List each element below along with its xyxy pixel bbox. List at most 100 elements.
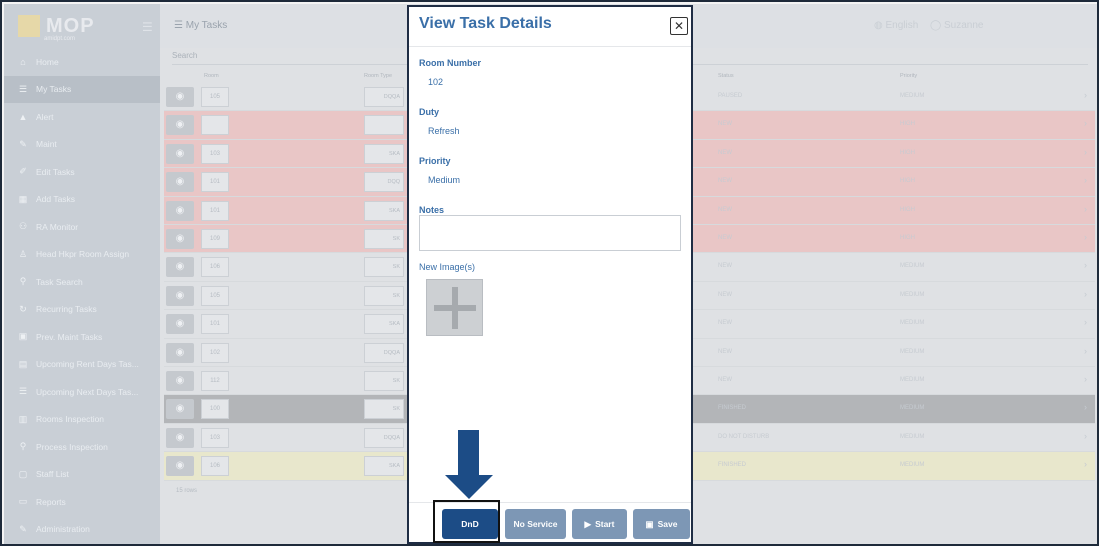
- annotation-arrow-head: [445, 475, 493, 499]
- room-cell: 100: [201, 399, 229, 420]
- view-icon[interactable]: ◉: [166, 200, 194, 221]
- room-type-cell: DQQA: [364, 87, 404, 107]
- save-button[interactable]: ▣ Save: [633, 509, 690, 539]
- sidebar-item[interactable]: ⚲ Task Search: [4, 268, 160, 296]
- logo: MOP amidpt.com: [4, 4, 160, 48]
- chevron-right-icon[interactable]: ›: [1084, 346, 1087, 356]
- start-button[interactable]: ▶ Start: [572, 509, 627, 539]
- logo-subtitle: amidpt.com: [44, 36, 76, 42]
- logo-mark: [18, 15, 40, 37]
- view-icon[interactable]: ◉: [166, 314, 194, 335]
- view-icon[interactable]: ◉: [166, 87, 194, 107]
- chevron-right-icon[interactable]: ›: [1084, 402, 1087, 412]
- add-image-button[interactable]: [426, 279, 483, 336]
- chevron-right-icon[interactable]: ›: [1084, 431, 1087, 441]
- sidebar-item[interactable]: ✎ Administration: [4, 516, 160, 544]
- room-type-cell: SKA: [364, 456, 404, 477]
- sidebar-item[interactable]: ▤ Upcoming Rent Days Tas...: [4, 351, 160, 379]
- room-cell: 101: [201, 200, 229, 221]
- sidebar-nav: ⌂ Home ☰ My Tasks ▲ Alert ✎ Maint ✐ Edit Tasks ▦ Ad…: [4, 48, 160, 543]
- status-cell: FINISHED: [718, 462, 747, 469]
- plus-icon-bar: [434, 305, 476, 311]
- sidebar-item-icon: ☰: [18, 386, 28, 397]
- room-type-cell: DQQA: [364, 427, 404, 448]
- status-cell: FINISHED: [718, 405, 747, 412]
- chevron-right-icon[interactable]: ›: [1084, 459, 1087, 469]
- sidebar-item[interactable]: ▦ Add Tasks: [4, 186, 160, 214]
- sidebar-item[interactable]: ▭ Reports: [4, 488, 160, 516]
- status-cell: NEW: [718, 348, 732, 355]
- sidebar-item[interactable]: ▣ Prev. Maint Tasks: [4, 323, 160, 351]
- sidebar-item[interactable]: ☰ Upcoming Next Days Tas...: [4, 378, 160, 406]
- column-header-priority: Priority: [900, 73, 918, 79]
- page-title-text: My Tasks: [185, 20, 228, 31]
- view-icon[interactable]: ◉: [166, 285, 194, 306]
- priority-cell: MEDIUM: [900, 377, 925, 383]
- sidebar-item-icon: ↻: [19, 303, 27, 314]
- view-icon[interactable]: ◉: [166, 456, 194, 477]
- priority-cell: HIGH: [900, 149, 915, 156]
- chevron-right-icon[interactable]: ›: [1084, 118, 1087, 128]
- priority-cell: MEDIUM: [900, 263, 925, 270]
- chevron-right-icon[interactable]: ›: [1084, 317, 1087, 327]
- chevron-right-icon[interactable]: ›: [1084, 204, 1087, 214]
- notes-textarea[interactable]: [419, 215, 681, 251]
- task-details-modal: View Task Details ✕ Room Number 102 Duty…: [407, 5, 693, 544]
- room-number-label: Room Number: [419, 58, 482, 68]
- view-icon[interactable]: ◉: [166, 399, 194, 420]
- view-icon[interactable]: ◉: [166, 427, 194, 448]
- sidebar-item[interactable]: ⚲ Process Inspection: [4, 433, 160, 461]
- priority-cell: HIGH: [900, 235, 915, 241]
- chevron-right-icon[interactable]: ›: [1084, 175, 1087, 185]
- chevron-right-icon[interactable]: ›: [1084, 260, 1087, 270]
- sidebar-item[interactable]: ☰ My Tasks: [4, 75, 160, 103]
- view-icon[interactable]: ◉: [166, 371, 194, 391]
- view-icon[interactable]: ◉: [166, 257, 194, 278]
- sidebar-item-icon: ▭: [18, 496, 28, 507]
- view-icon[interactable]: ◉: [166, 342, 194, 363]
- sidebar-item-label: RA Monitor: [36, 221, 79, 232]
- duty-value: Refresh: [428, 126, 460, 136]
- room-type-cell: SK: [364, 371, 404, 391]
- sidebar-item[interactable]: ▢ Staff List: [4, 461, 160, 489]
- room-cell: 101: [201, 314, 229, 335]
- sidebar-item[interactable]: ⚇ RA Monitor: [4, 213, 160, 241]
- sidebar-item[interactable]: ✐ Edit Tasks: [4, 158, 160, 186]
- priority-cell: MEDIUM: [900, 433, 925, 440]
- priority-cell: HIGH: [900, 121, 915, 128]
- status-cell: NEW: [718, 149, 732, 156]
- menu-toggle-icon[interactable]: ☰: [142, 20, 153, 34]
- close-icon[interactable]: ✕: [670, 17, 688, 35]
- view-icon[interactable]: ◉: [166, 143, 194, 164]
- chevron-right-icon[interactable]: ›: [1084, 147, 1087, 157]
- start-button-label: Start: [595, 519, 615, 529]
- language-label: English: [885, 20, 919, 31]
- status-cell: NEW: [718, 206, 732, 213]
- no-service-button[interactable]: No Service: [505, 509, 566, 539]
- new-images-label: New Image(s): [419, 262, 476, 272]
- sidebar-item-icon: ☰: [18, 83, 28, 94]
- user-menu[interactable]: ◯ Suzanne: [930, 20, 983, 31]
- view-icon[interactable]: ◉: [166, 115, 194, 136]
- sidebar-item[interactable]: ♙ Head Hkpr Room Assign: [4, 241, 160, 269]
- chevron-right-icon[interactable]: ›: [1084, 374, 1087, 384]
- language-selector[interactable]: ◍ English: [874, 20, 918, 31]
- sidebar-item[interactable]: ▥ Rooms Inspection: [4, 406, 160, 434]
- status-cell: DO NOT DISTURB: [718, 433, 770, 440]
- sidebar-item[interactable]: ⌂ Home: [4, 48, 160, 76]
- chevron-right-icon[interactable]: ›: [1084, 90, 1087, 100]
- logo-text: MOP: [46, 14, 95, 37]
- play-icon: ▶: [584, 518, 592, 529]
- chevron-right-icon[interactable]: ›: [1084, 232, 1087, 242]
- status-cell: NEW: [718, 263, 732, 270]
- room-cell: 106: [201, 456, 229, 477]
- sidebar-item[interactable]: ✎ Maint: [4, 131, 160, 159]
- view-icon[interactable]: ◉: [166, 229, 194, 249]
- sidebar-item[interactable]: ▲ Alert: [4, 103, 160, 131]
- priority-cell: MEDIUM: [900, 405, 925, 412]
- search-input[interactable]: Search: [172, 51, 197, 60]
- chevron-right-icon[interactable]: ›: [1084, 289, 1087, 299]
- view-icon[interactable]: ◉: [166, 172, 194, 193]
- sidebar-item-label: Task Search: [36, 276, 83, 287]
- sidebar-item[interactable]: ↻ Recurring Tasks: [4, 296, 160, 324]
